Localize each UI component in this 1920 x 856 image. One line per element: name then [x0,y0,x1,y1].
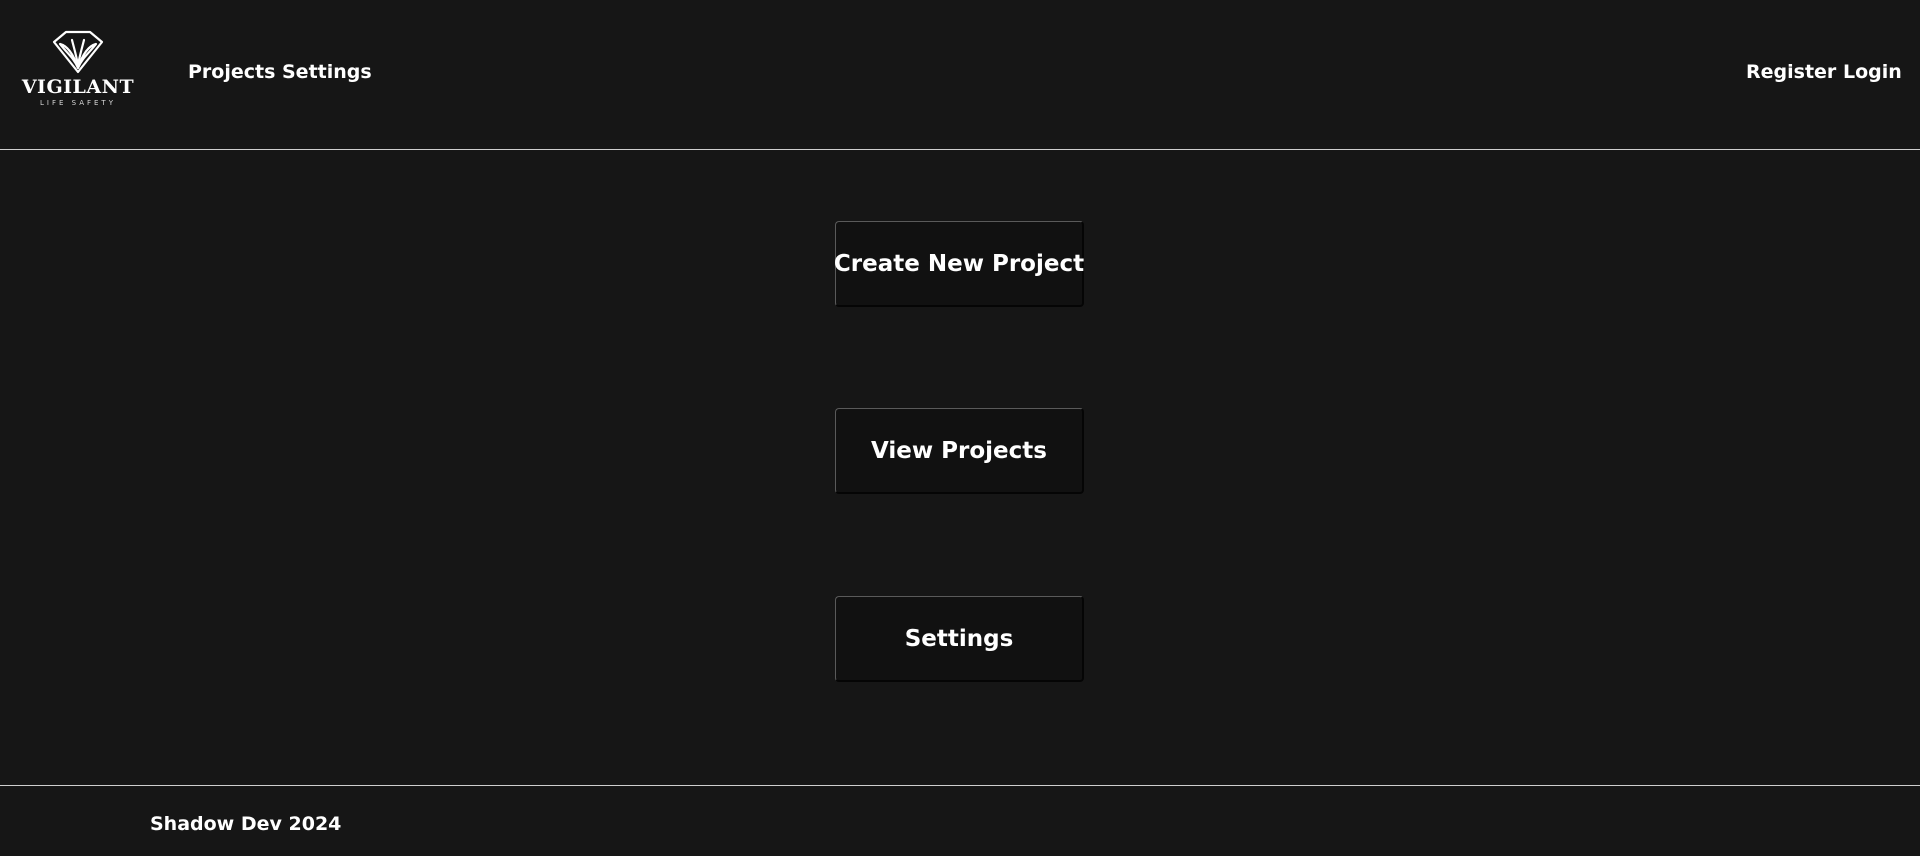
nav-link-register[interactable]: Register [1746,58,1836,86]
top-navbar: VIGILANT LIFE SAFETY Projects Settings R… [0,0,1920,150]
footer-copyright: Shadow Dev 2024 [150,813,342,835]
settings-button[interactable]: Settings [835,596,1084,682]
nav-link-settings[interactable]: Settings [282,58,372,86]
nav-link-projects[interactable]: Projects [188,58,275,86]
shield-leaf-icon [52,30,104,74]
brand-logo[interactable]: VIGILANT LIFE SAFETY [18,30,138,112]
brand-name: VIGILANT [21,76,135,98]
page-footer: Shadow Dev 2024 [0,785,1920,856]
create-new-project-button[interactable]: Create New Project [834,221,1084,307]
nav-link-login[interactable]: Login [1843,58,1902,86]
brand-tagline: LIFE SAFETY [39,99,116,107]
view-projects-button[interactable]: View Projects [835,408,1084,494]
